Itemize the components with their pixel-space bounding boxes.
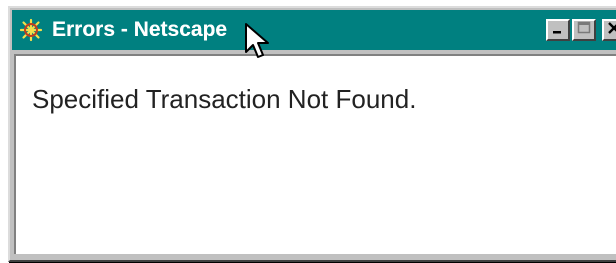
browser-window: Errors - Netscape Specified Transaction … — [8, 6, 616, 262]
close-icon — [607, 21, 616, 40]
netscape-wheel-icon[interactable] — [18, 17, 44, 43]
page-content: Specified Transaction Not Found. — [14, 54, 616, 254]
title-bar[interactable]: Errors - Netscape — [12, 10, 616, 50]
mouse-pointer-icon — [244, 22, 274, 62]
window-controls — [546, 19, 616, 41]
window-title: Errors - Netscape — [52, 18, 228, 41]
error-message: Specified Transaction Not Found. — [32, 84, 417, 114]
maximize-button[interactable] — [572, 19, 596, 41]
close-button[interactable] — [602, 19, 616, 41]
minimize-button[interactable] — [546, 19, 570, 41]
minimize-icon — [551, 21, 565, 40]
maximize-icon — [577, 21, 591, 40]
